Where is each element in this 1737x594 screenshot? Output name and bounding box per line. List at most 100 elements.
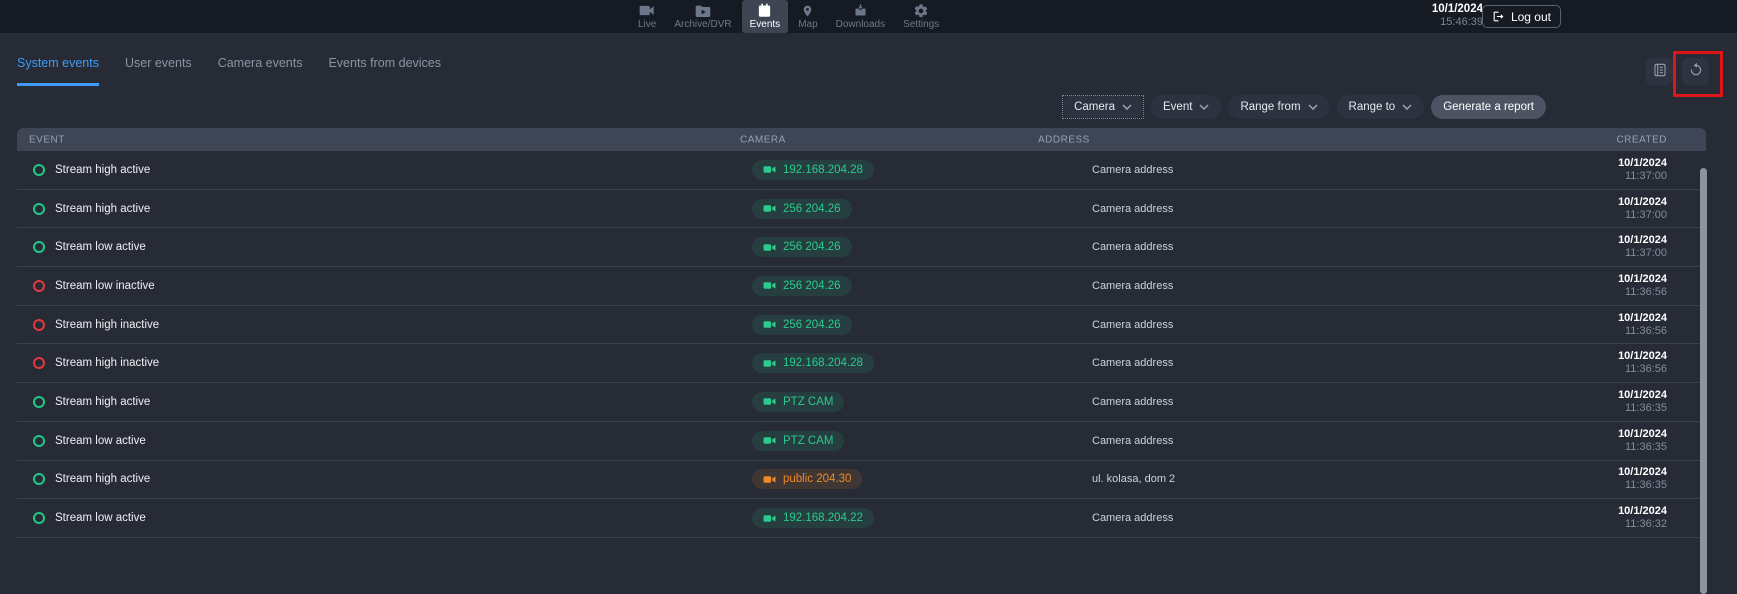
address-cell: Camera address: [1092, 435, 1173, 447]
logout-icon: [1492, 10, 1505, 23]
created-cell: 10/1/2024 11:37:00: [1618, 196, 1667, 222]
camera-cell: 256 204.26: [752, 276, 852, 296]
refresh-button[interactable]: [1682, 58, 1709, 85]
camera-cell: 256 204.26: [752, 237, 852, 257]
created-time: 11:36:35: [1618, 402, 1667, 415]
camera-icon: [763, 358, 776, 369]
nav-item-events[interactable]: Events: [742, 0, 789, 33]
address-cell: Camera address: [1092, 319, 1173, 331]
table-row[interactable]: Stream high active 256 204.26 Camera add…: [17, 190, 1706, 229]
camera-badge[interactable]: public 204.30: [752, 469, 862, 489]
tab-camera-events[interactable]: Camera events: [218, 56, 303, 86]
event-name: Stream low active: [55, 512, 146, 524]
camera-filter-dropdown[interactable]: Camera: [1062, 95, 1144, 119]
event-cell: Stream high active: [33, 473, 150, 485]
created-date: 10/1/2024: [1618, 312, 1667, 325]
event-cell: Stream low active: [33, 241, 146, 253]
camera-cell: PTZ CAM: [752, 392, 844, 412]
nav-item-settings[interactable]: Settings: [895, 0, 947, 33]
created-cell: 10/1/2024 11:37:00: [1618, 234, 1667, 260]
created-cell: 10/1/2024 11:36:35: [1618, 466, 1667, 492]
camera-badge[interactable]: 256 204.26: [752, 315, 852, 335]
camera-icon: [763, 513, 776, 524]
camera-badge[interactable]: PTZ CAM: [752, 431, 844, 451]
created-time: 11:37:00: [1618, 170, 1667, 183]
tab-user-events[interactable]: User events: [125, 56, 192, 86]
events-icon: [757, 3, 772, 18]
nav-item-live[interactable]: Live: [630, 0, 664, 33]
camera-filter-label: Camera: [1074, 101, 1115, 113]
camera-icon: [763, 474, 776, 485]
address-cell: ul. kolasa, dom 2: [1092, 473, 1175, 485]
range-from-dropdown[interactable]: Range from: [1228, 95, 1329, 119]
camera-cell: public 204.30: [752, 469, 862, 489]
event-name: Stream high inactive: [55, 357, 159, 369]
app-window: Live Archive/DVR Events Map Downloads Se…: [0, 0, 1737, 594]
created-date: 10/1/2024: [1618, 350, 1667, 363]
nav-label-archive: Archive/DVR: [674, 19, 731, 30]
table-row[interactable]: Stream high inactive 192.168.204.28 Came…: [17, 344, 1706, 383]
created-date: 10/1/2024: [1618, 428, 1667, 441]
address-cell: Camera address: [1092, 241, 1173, 253]
created-cell: 10/1/2024 11:36:32: [1618, 505, 1667, 531]
event-name: Stream high active: [55, 203, 150, 215]
event-filter-label: Event: [1163, 101, 1192, 113]
logout-button[interactable]: Log out: [1482, 5, 1561, 28]
camera-cell: 192.168.204.22: [752, 508, 874, 528]
table-row[interactable]: Stream high inactive 256 204.26 Camera a…: [17, 306, 1706, 345]
event-cell: Stream high inactive: [33, 319, 159, 331]
table-row[interactable]: Stream high active PTZ CAM Camera addres…: [17, 383, 1706, 422]
table-row[interactable]: Stream high active 192.168.204.28 Camera…: [17, 151, 1706, 190]
camera-badge[interactable]: 256 204.26: [752, 276, 852, 296]
table-row[interactable]: Stream low active PTZ CAM Camera address…: [17, 422, 1706, 461]
archive-icon: [695, 3, 711, 18]
generate-report-button[interactable]: Generate a report: [1431, 95, 1546, 119]
camera-badge[interactable]: 256 204.26: [752, 237, 852, 257]
column-header-created: CREATED: [1616, 134, 1667, 145]
nav-item-archive[interactable]: Archive/DVR: [666, 0, 739, 33]
nav-item-map[interactable]: Map: [790, 0, 825, 33]
event-log-button[interactable]: [1646, 58, 1673, 85]
table-row[interactable]: Stream low active 256 204.26 Camera addr…: [17, 228, 1706, 267]
created-time: 11:36:35: [1618, 441, 1667, 454]
map-icon: [801, 3, 814, 18]
created-time: 11:36:56: [1618, 325, 1667, 338]
range-to-dropdown[interactable]: Range to: [1337, 95, 1425, 119]
chevron-down-icon: [1122, 104, 1132, 110]
event-filter-dropdown[interactable]: Event: [1151, 95, 1221, 119]
nav-label-live: Live: [638, 19, 656, 30]
event-cell: Stream high active: [33, 203, 150, 215]
camera-badge[interactable]: 192.168.204.28: [752, 160, 874, 180]
chevron-down-icon: [1308, 104, 1318, 110]
status-ring-inactive-icon: [33, 319, 45, 331]
column-header-address: ADDRESS: [1038, 134, 1090, 145]
refresh-icon: [1688, 62, 1704, 81]
scrollbar-thumb[interactable]: [1700, 168, 1707, 594]
camera-badge[interactable]: PTZ CAM: [752, 392, 844, 412]
event-name: Stream low active: [55, 435, 146, 447]
table-row[interactable]: Stream high active public 204.30 ul. kol…: [17, 461, 1706, 500]
table-row[interactable]: Stream low active 192.168.204.22 Camera …: [17, 499, 1706, 538]
nav-item-downloads[interactable]: Downloads: [828, 0, 893, 33]
camera-icon: [763, 396, 776, 407]
logout-label: Log out: [1511, 10, 1551, 24]
address-cell: Camera address: [1092, 203, 1173, 215]
tab-events-from-devices[interactable]: Events from devices: [328, 56, 441, 86]
chevron-down-icon: [1199, 104, 1209, 110]
camera-badge[interactable]: 256 204.26: [752, 199, 852, 219]
camera-badge[interactable]: 192.168.204.28: [752, 353, 874, 373]
camera-icon: [763, 280, 776, 291]
table-row[interactable]: Stream low inactive 256 204.26 Camera ad…: [17, 267, 1706, 306]
tabs: System events User events Camera events Eve…: [17, 56, 441, 86]
status-ring-active-icon: [33, 473, 45, 485]
created-date: 10/1/2024: [1618, 273, 1667, 286]
created-date: 10/1/2024: [1618, 466, 1667, 479]
created-cell: 10/1/2024 11:36:35: [1618, 389, 1667, 415]
event-name: Stream low active: [55, 241, 146, 253]
status-ring-active-icon: [33, 396, 45, 408]
topbar: Live Archive/DVR Events Map Downloads Se…: [0, 0, 1737, 33]
event-log-icon: [1652, 62, 1668, 81]
settings-icon: [913, 3, 929, 18]
camera-badge[interactable]: 192.168.204.22: [752, 508, 874, 528]
tab-system-events[interactable]: System events: [17, 56, 99, 86]
